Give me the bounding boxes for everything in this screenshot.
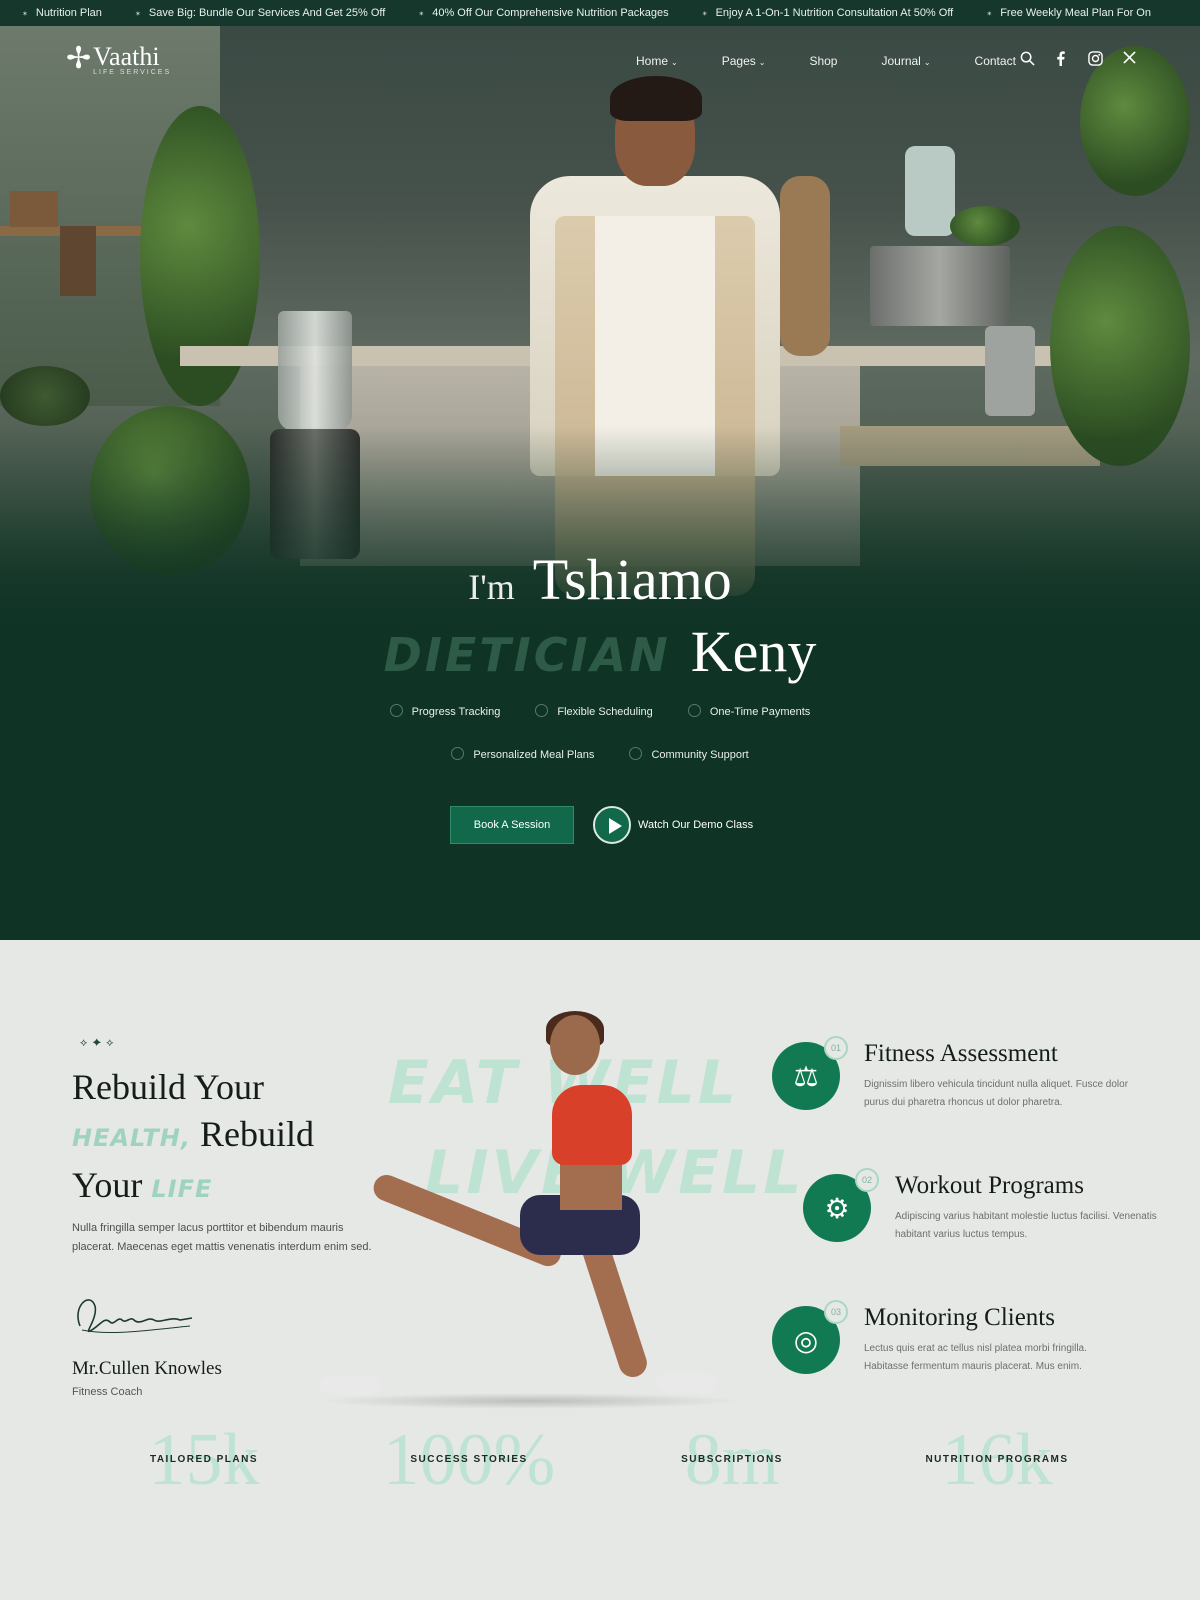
stat-label: Tailored Plans (149, 1454, 259, 1465)
hero-last-name: Keny (690, 619, 817, 684)
service-description: Dignissim libero vehicula tincidunt null… (864, 1079, 1129, 1108)
instagram-icon[interactable] (1078, 51, 1112, 69)
author-name: Mr.Cullen Knowles (72, 1358, 222, 1379)
stat-success-stories: 100% Success Stories (349, 1420, 589, 1510)
feature-item: Personalized Meal Plans (451, 747, 594, 761)
ticker-item[interactable]: Nutrition Plan (22, 7, 102, 19)
nav-label: Home (636, 54, 669, 68)
nav-item-home[interactable]: Home ⌄ (636, 54, 678, 68)
service-title: Fitness Assessment (864, 1040, 1058, 1067)
stat-label: Subscriptions (681, 1454, 783, 1465)
chevron-down-icon: ⌄ (923, 58, 931, 67)
main-nav: Home ⌄ Pages ⌄ Shop Journal ⌄ Contact (636, 54, 1060, 68)
feature-item: Progress Tracking (390, 704, 501, 718)
hero-greeting: I'm (468, 567, 515, 607)
service-fitness-assessment[interactable]: ⚖ 01 Fitness Assessment Dignissim libero… (772, 1036, 1192, 1162)
service-title: Monitoring Clients (864, 1304, 1055, 1331)
feature-list-row2: Personalized Meal Plans Community Suppor… (0, 747, 1200, 761)
brand-name: Vaathi (93, 42, 160, 71)
ticker-item[interactable]: Save Big: Bundle Our Services And Get 25… (135, 7, 385, 19)
chevron-down-icon: ⌄ (758, 58, 766, 67)
service-workout-programs[interactable]: ⚙ 02 Workout Programs Adipiscing varius … (803, 1168, 1200, 1294)
stat-label: Success Stories (410, 1454, 528, 1465)
title-text: Rebuild (199, 1114, 314, 1154)
service-number: 01 (824, 1036, 848, 1060)
play-video-button[interactable] (593, 806, 631, 844)
site-logo[interactable]: ✢ Vaathi LIFE SERVICES (66, 42, 172, 77)
feature-item: One-Time Payments (688, 704, 810, 718)
about-section: ⟡ ✦ ⟡ Eat Well Live Well Rebuild Your He… (0, 940, 1200, 1600)
feature-list-row1: Progress Tracking Flexible Scheduling On… (0, 704, 1200, 718)
nav-label: Shop (809, 54, 838, 68)
title-accent: Health, (72, 1124, 191, 1152)
promo-ticker: Nutrition Plan Save Big: Bundle Our Serv… (0, 0, 1200, 26)
search-icon[interactable] (1010, 51, 1044, 69)
stat-subscriptions: 8m Subscriptions (612, 1420, 852, 1510)
section-ornament: ⟡ ✦ ⟡ (80, 1037, 115, 1049)
service-number: 02 (855, 1168, 879, 1192)
hero-subheadline: Dietician Keny (0, 618, 1200, 685)
signature-image (77, 1299, 193, 1334)
watch-demo-link[interactable]: Watch Our Demo Class (638, 819, 753, 831)
stat-label: Nutrition Programs (925, 1454, 1069, 1465)
hero-first-name: Tshiamo (532, 547, 732, 612)
service-description: Adipiscing varius habitant molestie luct… (895, 1211, 1157, 1240)
title-accent: Life (151, 1175, 213, 1203)
chevron-down-icon: ⌄ (671, 58, 678, 67)
feature-item: Community Support (629, 747, 748, 761)
logo-mark-icon: ✢ (66, 42, 92, 75)
nav-label: Pages (721, 54, 756, 68)
stat-nutrition-programs: 16k Nutrition Programs (877, 1420, 1117, 1510)
nav-item-journal[interactable]: Journal ⌄ (881, 54, 930, 68)
hero-headline: I'm Tshiamo (0, 546, 1200, 613)
page: Nutrition Plan Save Big: Bundle Our Serv… (0, 0, 1200, 1600)
brand-tagline: LIFE SERVICES (93, 69, 172, 76)
nav-item-shop[interactable]: Shop (809, 54, 837, 68)
nav-label: Journal (881, 54, 921, 68)
stat-tailored-plans: 15k Tailored Plans (84, 1420, 324, 1510)
service-monitoring-clients[interactable]: ◎ 03 Monitoring Clients Lectus quis erat… (772, 1300, 1192, 1426)
x-icon[interactable] (1112, 51, 1146, 69)
title-text: Your (72, 1165, 143, 1205)
ticker-item[interactable]: Free Weekly Meal Plan For On (986, 7, 1151, 19)
hero-section: I'm Tshiamo Dietician Keny Progress Tracki… (0, 26, 1200, 940)
book-session-button[interactable]: Book A Session (450, 806, 574, 844)
service-title: Workout Programs (895, 1172, 1084, 1199)
hero-role: Dietician (383, 628, 671, 682)
ticker-item[interactable]: Enjoy A 1-On-1 Nutrition Consultation At… (702, 7, 954, 19)
ticker-item[interactable]: 40% Off Our Comprehensive Nutrition Pack… (418, 7, 668, 19)
service-number: 03 (824, 1300, 848, 1324)
service-description: Lectus quis erat ac tellus nisl platea m… (864, 1343, 1087, 1372)
nav-item-pages[interactable]: Pages ⌄ (722, 54, 766, 68)
fitness-model-image (320, 1011, 740, 1445)
facebook-icon[interactable] (1044, 51, 1078, 69)
nav-icons (1010, 51, 1146, 69)
feature-item: Flexible Scheduling (535, 704, 652, 718)
title-text: Rebuild Your (72, 1067, 265, 1107)
author-role: Fitness Coach (72, 1386, 143, 1398)
